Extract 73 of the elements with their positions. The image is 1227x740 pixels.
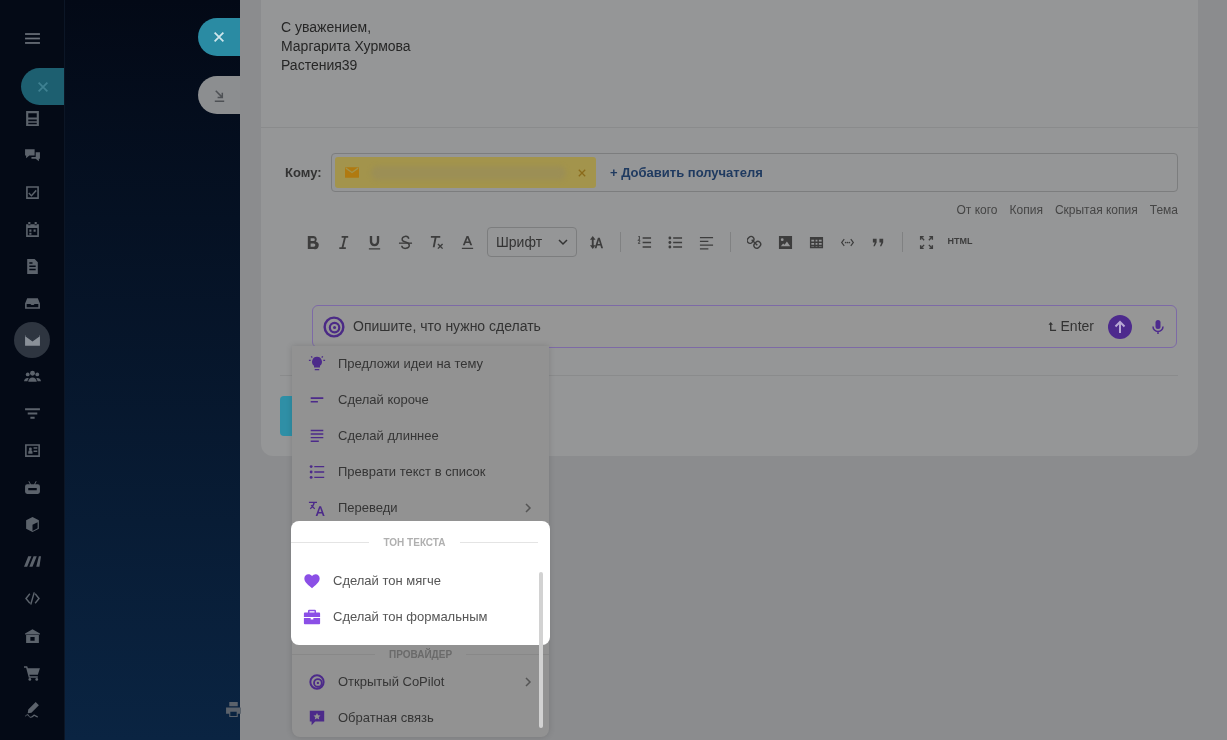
cube-icon[interactable] (23, 516, 41, 533)
menu-item[interactable]: Открытый CoPilot (292, 664, 549, 700)
menu-item[interactable]: Преврати текст в список (292, 454, 549, 490)
font-select[interactable]: Шрифт (487, 227, 577, 257)
return-icon (1047, 321, 1057, 332)
lightbulb-icon (308, 355, 326, 373)
chat-icon[interactable] (23, 147, 41, 164)
bold-icon[interactable] (305, 234, 320, 250)
underline-icon[interactable] (367, 234, 382, 250)
store-icon[interactable] (23, 627, 41, 644)
stripes-icon[interactable] (23, 553, 41, 570)
menu-item[interactable]: Сделай длиннее (292, 418, 549, 454)
signature-line: Растения39 (281, 56, 359, 75)
list-icon (308, 463, 326, 481)
submit-button[interactable] (1108, 314, 1132, 339)
field-link[interactable]: Скрытая копия (1054, 201, 1138, 219)
recipient-field[interactable]: + Добавить получателя (331, 153, 1178, 192)
minimize-button[interactable] (198, 76, 240, 114)
menu-item[interactable]: Переведи (292, 490, 549, 526)
strikethrough-icon[interactable] (398, 234, 413, 250)
users-icon[interactable] (23, 368, 41, 385)
close-icon (35, 79, 50, 94)
to-label: Кому: (285, 163, 323, 182)
microphone-icon[interactable] (1150, 318, 1166, 335)
clear-format-icon[interactable] (429, 234, 444, 250)
copilot-icon (323, 315, 345, 338)
enter-hint: Enter (1060, 317, 1094, 336)
menu-item[interactable]: Сделай тон формальным (291, 599, 550, 635)
signature-line: Маргарита Хурмова (281, 37, 412, 56)
field-link[interactable]: От кого (956, 201, 998, 219)
field-link[interactable]: Тема (1149, 201, 1178, 219)
link-icon[interactable] (747, 234, 762, 250)
caret-icon (558, 237, 568, 247)
calendar-icon[interactable] (23, 221, 41, 238)
scrollbar[interactable] (539, 572, 543, 728)
longer-text-icon (308, 427, 326, 445)
numbered-list-icon[interactable] (637, 234, 652, 250)
code-icon[interactable] (23, 590, 41, 607)
menu-item[interactable]: Предложи идеи на тему (292, 346, 549, 382)
image-icon[interactable] (778, 234, 793, 250)
feedback-icon (308, 709, 326, 727)
contact-card-icon[interactable] (23, 442, 41, 459)
italic-icon[interactable] (336, 234, 351, 250)
prompt-field[interactable]: Опишите, что нужно сделать Enter (312, 305, 1177, 348)
newspaper-icon[interactable] (23, 110, 41, 127)
briefcase-icon (303, 608, 321, 626)
text-color-icon[interactable] (460, 234, 475, 250)
align-left-icon[interactable] (699, 234, 714, 250)
close-button[interactable] (198, 18, 240, 56)
signature-icon[interactable] (23, 701, 41, 718)
printer-icon[interactable] (225, 701, 242, 718)
menu-item[interactable]: Сделай короче (292, 382, 549, 418)
checkbox-icon[interactable] (23, 184, 41, 201)
table-icon[interactable] (809, 234, 824, 250)
funnel-icon[interactable] (23, 405, 41, 422)
fullscreen-icon[interactable] (919, 234, 934, 250)
menu-item[interactable]: Сделай тон мягче (291, 563, 550, 599)
translate-icon (308, 499, 326, 517)
bullet-list-icon[interactable] (668, 234, 683, 250)
signature-line: С уважением, (281, 18, 373, 37)
add-recipient-link[interactable]: + Добавить получателя (610, 162, 763, 183)
prompt-input[interactable]: Опишите, что нужно сделать (353, 316, 1040, 337)
envelope-icon (345, 167, 359, 178)
close-icon (212, 30, 226, 44)
html-button[interactable]: HTML (942, 227, 978, 257)
inbox-icon[interactable] (23, 295, 41, 312)
font-size-icon[interactable] (589, 234, 604, 250)
field-link[interactable]: Копия (1009, 201, 1043, 219)
heart-icon (303, 572, 321, 590)
copilot-icon (308, 673, 326, 691)
menu-item[interactable]: Обратная связь (292, 700, 549, 736)
cart-icon[interactable] (23, 664, 41, 681)
section-heading: ТОН ТЕКСТА (383, 535, 446, 550)
